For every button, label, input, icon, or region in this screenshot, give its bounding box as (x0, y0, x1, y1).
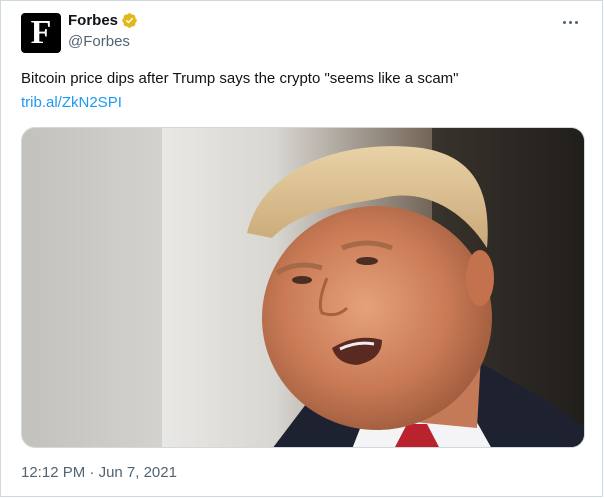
meta-separator: · (89, 464, 95, 481)
avatar-logo-letter: F (30, 14, 52, 51)
author-name[interactable]: Forbes (68, 12, 118, 29)
tweet-media-photo[interactable] (21, 127, 585, 448)
author-handle[interactable]: @Forbes (68, 33, 130, 50)
tweet-card[interactable]: F Forbes @Forbes Bitcoin price dips afte… (0, 0, 603, 497)
tweet-date: Jun 7, 2021 (98, 464, 177, 481)
tweet-text: Bitcoin price dips after Trump says the … (21, 70, 459, 87)
author-name-row[interactable]: Forbes (68, 12, 138, 29)
tweet-timestamp[interactable]: 12:12 PM · Jun 7, 2021 (21, 464, 177, 481)
more-options-button[interactable] (558, 13, 582, 31)
more-options-icon (561, 20, 579, 24)
tweet-link[interactable]: trib.al/ZkN2SPI (21, 93, 122, 113)
tweet-time: 12:12 PM (21, 464, 86, 481)
verified-badge-icon (122, 13, 137, 28)
photo-image (22, 128, 584, 447)
author-avatar[interactable]: F (21, 13, 61, 53)
